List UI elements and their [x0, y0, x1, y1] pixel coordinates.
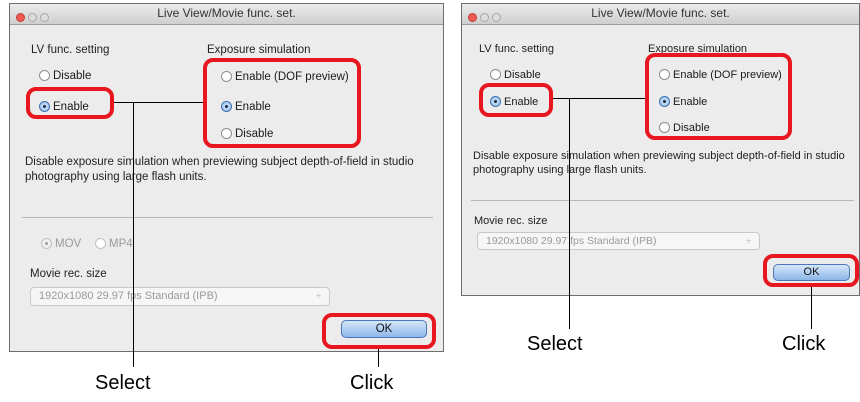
radio-circle-icon [490, 69, 501, 80]
radio-circle-icon [39, 70, 50, 81]
right-dialog-window: Live View/Movie func. set. LV func. sett… [461, 3, 860, 296]
movie-rec-size-label: Movie rec. size [474, 215, 548, 227]
left-dialog-title: Live View/Movie func. set. [157, 6, 296, 20]
left-title-bar[interactable]: Live View/Movie func. set. [10, 4, 443, 25]
radio-selected-icon [41, 238, 52, 249]
lv-disable-radio[interactable]: Disable [490, 69, 541, 81]
movie-rec-size-label: Movie rec. size [30, 268, 107, 280]
left-select-line-h-top [114, 102, 203, 103]
movie-rec-size-value: 1920x1080 29.97 fps Standard (IPB) [39, 290, 218, 302]
left-ok-highlight [322, 313, 436, 349]
left-select-line-vertical [133, 102, 134, 367]
radio-circle-icon [95, 238, 106, 249]
exposure-description-text: Disable exposure simulation when preview… [25, 156, 414, 183]
left-click-callout: Click [350, 372, 394, 394]
left-lv-enable-highlight [26, 87, 114, 119]
right-lv-enable-highlight [479, 83, 553, 117]
section-divider [471, 200, 854, 201]
left-select-callout: Select [95, 372, 151, 394]
left-exposure-highlight [203, 58, 361, 148]
right-select-callout: Select [527, 333, 583, 355]
right-dialog-title: Live View/Movie func. set. [591, 6, 730, 20]
right-click-callout: Click [782, 333, 826, 355]
movie-rec-size-select[interactable]: 1920x1080 29.97 fps Standard (IPB) ÷ [477, 232, 760, 250]
format-mov-radio[interactable]: MOV [41, 238, 81, 250]
select-arrows-icon: ÷ [746, 236, 751, 246]
section-divider [22, 217, 433, 218]
right-title-bar[interactable]: Live View/Movie func. set. [462, 4, 859, 25]
lv-disable-radio[interactable]: Disable [39, 70, 91, 82]
left-click-line-vertical [378, 349, 379, 367]
right-ok-highlight [763, 254, 859, 287]
left-dialog-window: Live View/Movie func. set. LV func. sett… [9, 3, 444, 352]
right-select-line-h-top [553, 98, 645, 99]
movie-rec-size-value: 1920x1080 29.97 fps Standard (IPB) [486, 235, 657, 247]
right-click-line-vertical [811, 287, 812, 329]
movie-rec-size-select[interactable]: 1920x1080 29.97 fps Standard (IPB) ÷ [30, 287, 330, 306]
select-arrows-icon: ÷ [316, 291, 321, 301]
exposure-description-text: Disable exposure simulation when preview… [473, 150, 845, 176]
lv-func-setting-label: LV func. setting [31, 44, 110, 56]
right-exposure-highlight [645, 53, 792, 140]
format-mp4-radio[interactable]: MP4 [95, 238, 133, 250]
right-select-line-vertical [569, 98, 570, 329]
exposure-simulation-label: Exposure simulation [207, 44, 311, 56]
lv-func-setting-label: LV func. setting [479, 43, 555, 55]
